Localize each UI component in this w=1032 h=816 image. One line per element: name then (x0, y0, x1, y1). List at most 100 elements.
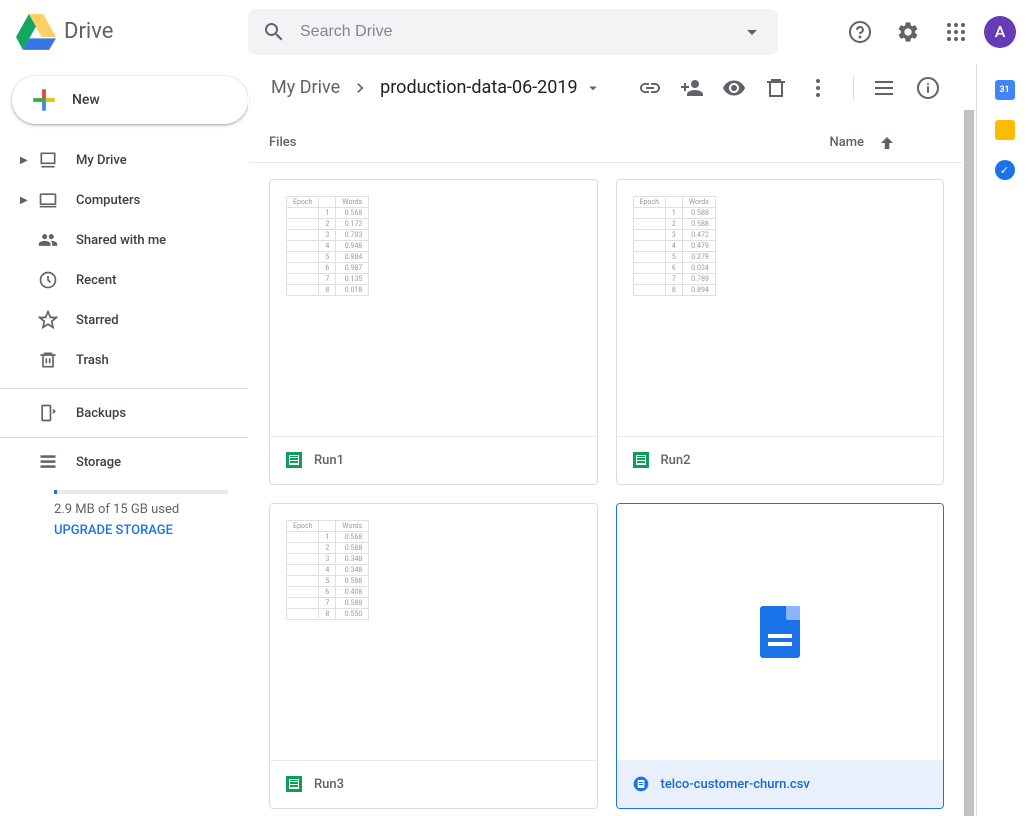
sidebar-item-computers[interactable]: ▶ Computers (0, 180, 248, 220)
avatar[interactable]: A (984, 16, 1016, 48)
backups-icon (38, 403, 58, 423)
help-button[interactable] (840, 12, 880, 52)
link-icon (638, 76, 662, 100)
file-large-icon (760, 606, 800, 658)
scrollbar[interactable] (962, 110, 976, 816)
divider (853, 76, 854, 100)
main-content: My Drive production-data-06-2019 (248, 64, 976, 816)
sidebar-item-label: Computers (76, 193, 140, 208)
files-column-label: Files (269, 135, 296, 150)
shared-icon (38, 230, 58, 250)
trash-icon (764, 76, 788, 100)
chevron-right-icon (350, 78, 370, 98)
breadcrumb-current-label: production-data-06-2019 (380, 77, 578, 98)
apps-grid-icon (944, 20, 968, 44)
sidebar-item-trash[interactable]: Trash (0, 340, 248, 380)
search-box[interactable] (248, 9, 778, 55)
link-button[interactable] (630, 68, 670, 108)
sheets-icon (286, 452, 302, 468)
list-icon (872, 76, 896, 100)
storage-info: 2.9 MB of 15 GB used UPGRADE STORAGE (0, 482, 248, 538)
sidebar-item-label: Backups (76, 406, 126, 421)
header: Drive A (0, 0, 1032, 64)
more-vert-icon (806, 76, 830, 100)
eye-icon (722, 76, 746, 100)
side-panel: 31 ✓ (976, 64, 1032, 816)
sidebar-item-shared[interactable]: Shared with me (0, 220, 248, 260)
file-card[interactable]: EpochWords10.58820.58830.47240.47950.279… (616, 179, 945, 485)
dropdown-icon (584, 79, 602, 97)
file-preview: EpochWords10.58820.58830.47240.47950.279… (617, 180, 944, 436)
more-button[interactable] (798, 68, 838, 108)
breadcrumb-current[interactable]: production-data-06-2019 (374, 73, 608, 102)
sidebar: New ▶ My Drive ▶ Computers Shared with m… (0, 64, 248, 816)
sidebar-item-label: Trash (76, 353, 109, 368)
file-name: Run2 (661, 453, 691, 468)
arrow-up-icon (878, 134, 896, 152)
list-view-button[interactable] (864, 68, 904, 108)
dropdown-icon[interactable] (740, 20, 764, 44)
header-actions: A (840, 12, 1016, 52)
plus-icon (28, 84, 60, 116)
sidebar-item-label: Storage (76, 455, 121, 470)
file-footer: telco-customer-churn.csv (617, 760, 944, 808)
breadcrumb-root[interactable]: My Drive (265, 73, 346, 102)
search-input[interactable] (300, 23, 740, 41)
name-column-header[interactable]: Name (829, 134, 896, 152)
new-button-label: New (72, 92, 100, 108)
recent-icon (38, 270, 58, 290)
file-footer: Run3 (270, 760, 597, 808)
sheets-icon (633, 452, 649, 468)
file-preview: EpochWords10.56820.58830.34840.34850.588… (270, 504, 597, 760)
info-button[interactable] (908, 68, 948, 108)
preview-button[interactable] (714, 68, 754, 108)
expand-icon[interactable]: ▶ (20, 195, 26, 206)
file-grid: EpochWords10.56820.17230.70340.94850.984… (249, 163, 964, 816)
file-card[interactable]: EpochWords10.56820.58830.34840.34850.588… (269, 503, 598, 809)
sidebar-item-label: Starred (76, 313, 119, 328)
file-type-icon (633, 776, 649, 792)
sidebar-item-label: Shared with me (76, 233, 166, 248)
search-icon (262, 20, 286, 44)
gear-icon (896, 20, 920, 44)
preview-thumbnail: EpochWords10.56820.58830.34840.34850.588… (286, 520, 369, 620)
breadcrumb: My Drive production-data-06-2019 (265, 73, 608, 102)
divider (0, 437, 248, 438)
apps-button[interactable] (936, 12, 976, 52)
file-actions (630, 68, 838, 108)
computers-icon (38, 190, 58, 210)
settings-button[interactable] (888, 12, 928, 52)
storage-used-text: 2.9 MB of 15 GB used (54, 502, 228, 517)
app-title: Drive (64, 19, 113, 44)
sheets-icon (286, 776, 302, 792)
calendar-app-icon[interactable]: 31 (995, 80, 1015, 100)
expand-icon[interactable]: ▶ (20, 155, 26, 166)
logo-section[interactable]: Drive (16, 12, 248, 52)
sidebar-item-storage[interactable]: Storage (0, 442, 248, 482)
list-header: Files Name (249, 123, 964, 162)
tasks-app-icon[interactable]: ✓ (995, 160, 1015, 180)
sidebar-item-recent[interactable]: Recent (0, 260, 248, 300)
name-column-label: Name (829, 135, 864, 150)
upgrade-link[interactable]: UPGRADE STORAGE (54, 523, 228, 538)
file-preview: EpochWords10.56820.17230.70340.94850.984… (270, 180, 597, 436)
share-button[interactable] (672, 68, 712, 108)
keep-app-icon[interactable] (995, 120, 1015, 140)
storage-icon (38, 452, 58, 472)
search-container (248, 9, 778, 55)
person-add-icon (680, 76, 704, 100)
new-button[interactable]: New (12, 76, 248, 124)
toolbar: My Drive production-data-06-2019 (249, 64, 964, 111)
sidebar-item-label: My Drive (76, 153, 127, 168)
sidebar-item-backups[interactable]: Backups (0, 393, 248, 433)
delete-button[interactable] (756, 68, 796, 108)
sidebar-item-starred[interactable]: Starred (0, 300, 248, 340)
file-footer: Run1 (270, 436, 597, 484)
file-card-selected[interactable]: telco-customer-churn.csv (616, 503, 945, 809)
sidebar-item-label: Recent (76, 273, 116, 288)
trash-icon (38, 350, 58, 370)
file-card[interactable]: EpochWords10.56820.17230.70340.94850.984… (269, 179, 598, 485)
help-icon (848, 20, 872, 44)
sidebar-item-my-drive[interactable]: ▶ My Drive (0, 140, 248, 180)
storage-bar (54, 490, 228, 494)
